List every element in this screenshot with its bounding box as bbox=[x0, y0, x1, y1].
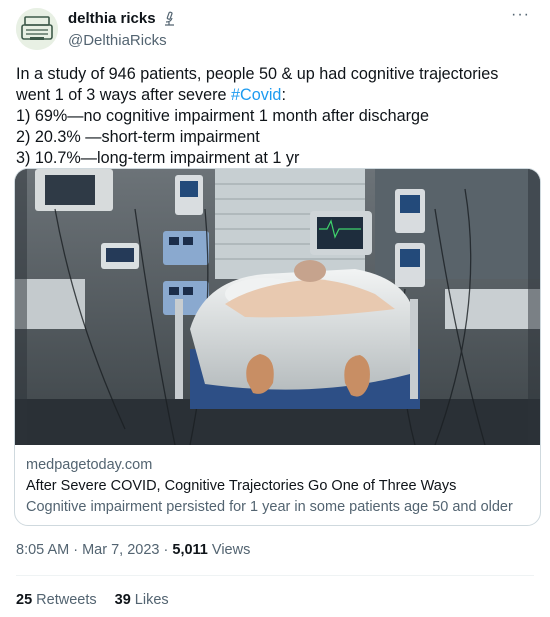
card-image[interactable] bbox=[15, 169, 540, 445]
typewriter-icon bbox=[16, 8, 58, 50]
tweet-line: 3) 10.7%—long-term impairment at 1 yr bbox=[16, 149, 300, 167]
tweet-text: In a study of 946 patients, people 50 & … bbox=[16, 64, 536, 169]
tweet-line: In a study of 946 patients, people 50 & … bbox=[16, 65, 499, 83]
card-title: After Severe COVID, Cognitive Trajectori… bbox=[26, 478, 457, 494]
views-label: Views bbox=[207, 542, 251, 558]
avatar[interactable] bbox=[16, 8, 58, 50]
tweet-line-text: : bbox=[281, 86, 286, 104]
retweets-label: Retweets bbox=[36, 592, 97, 608]
user-handle[interactable]: @DelthiaRicks bbox=[68, 32, 167, 49]
tweet-line-text: went 1 of 3 ways after severe bbox=[16, 86, 232, 104]
divider bbox=[16, 575, 534, 576]
card-domain: medpagetoday.com bbox=[26, 457, 153, 473]
microscope-icon bbox=[164, 11, 174, 26]
engagement-stats: 25 Retweets 39 Likes bbox=[16, 592, 169, 608]
hashtag-link[interactable]: #Covid bbox=[231, 86, 281, 104]
retweets-count: 25 bbox=[16, 592, 33, 608]
tweet-header: delthia ricks @DelthiaRicks ··· bbox=[16, 6, 534, 54]
tweet-meta: 8:05 AM · Mar 7, 2023 · 5,011 Views bbox=[16, 542, 250, 558]
views-count: 5,011 bbox=[172, 542, 208, 558]
tweet-line: went 1 of 3 ways after severe #Covid: bbox=[16, 85, 536, 106]
retweets-stat[interactable]: 25 Retweets bbox=[16, 592, 97, 608]
meta-separator: · bbox=[69, 542, 83, 558]
display-name[interactable]: delthia ricks bbox=[68, 10, 156, 27]
tweet-line: 2) 20.3% —short-term impairment bbox=[16, 128, 260, 146]
tweet-line: 1) 69%—no cognitive impairment 1 month a… bbox=[16, 107, 429, 125]
name-row: delthia ricks bbox=[68, 10, 177, 27]
likes-stat[interactable]: 39 Likes bbox=[115, 592, 169, 608]
meta-separator: · bbox=[159, 542, 173, 558]
card-description: Cognitive impairment persisted for 1 yea… bbox=[26, 499, 513, 515]
more-options-icon[interactable]: ··· bbox=[511, 6, 530, 24]
tweet-time[interactable]: 8:05 AM bbox=[16, 542, 69, 558]
likes-label: Likes bbox=[134, 592, 169, 608]
link-card[interactable]: medpagetoday.com After Severe COVID, Cog… bbox=[14, 168, 541, 526]
likes-count: 39 bbox=[114, 592, 131, 608]
tweet-date[interactable]: Mar 7, 2023 bbox=[82, 542, 159, 558]
hospital-icu-image bbox=[15, 169, 540, 445]
